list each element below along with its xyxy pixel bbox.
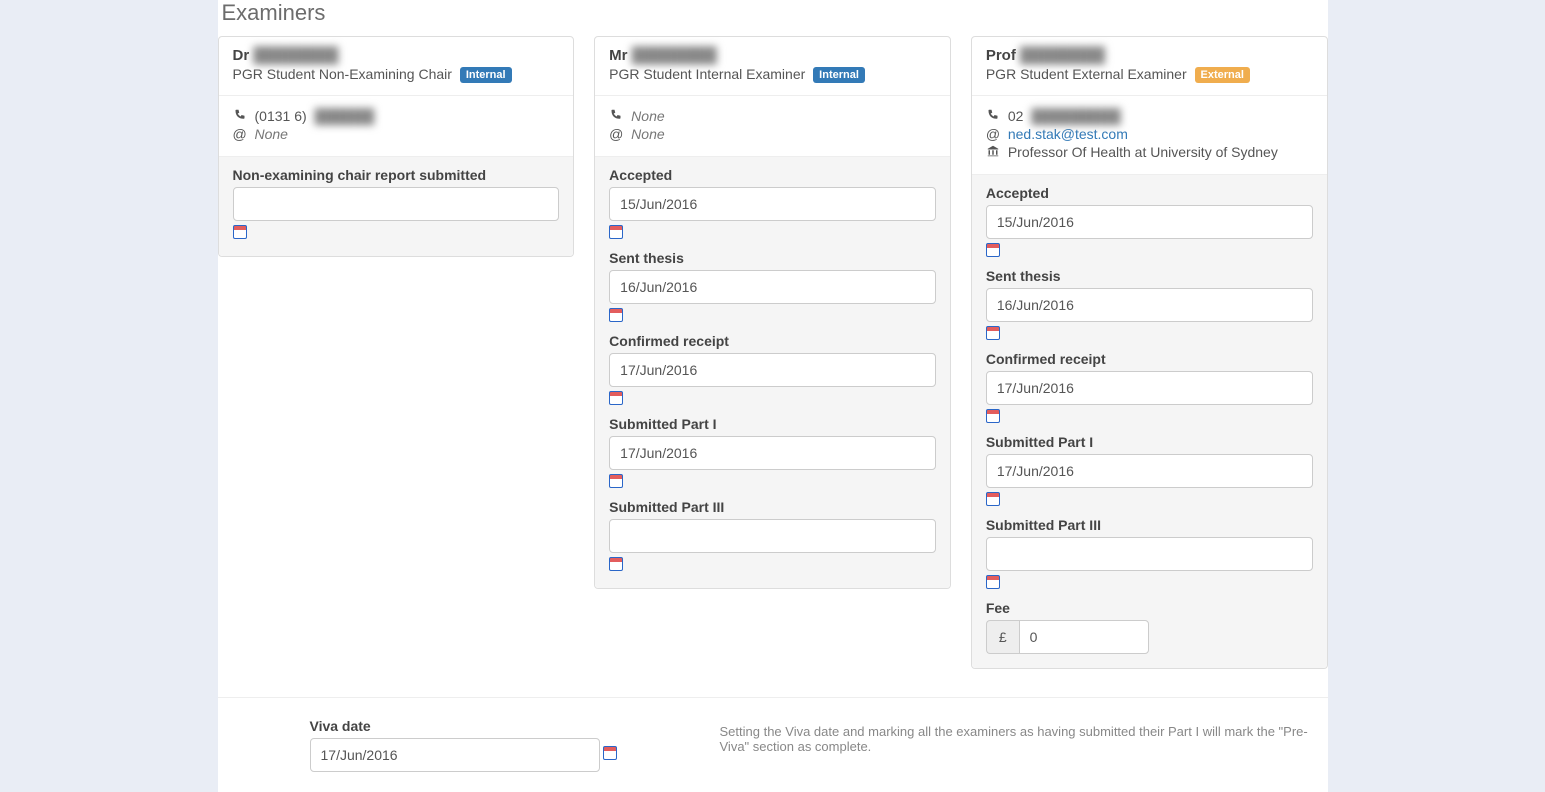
badge-external: External bbox=[1195, 67, 1250, 83]
date-input[interactable] bbox=[986, 537, 1313, 571]
field-label: Submitted Part III bbox=[986, 517, 1313, 533]
examiner-title-prefix: Dr bbox=[233, 47, 250, 64]
field-label: Confirmed receipt bbox=[986, 351, 1313, 367]
calendar-icon[interactable] bbox=[609, 474, 623, 488]
viva-row: Viva date Setting the Viva date and mark… bbox=[218, 718, 1328, 772]
field-label: Confirmed receipt bbox=[609, 333, 936, 349]
examiner-header: Dr ████████ PGR Student Non-Examining Ch… bbox=[219, 37, 574, 96]
calendar-icon[interactable] bbox=[986, 243, 1000, 257]
field-label: Accepted bbox=[986, 185, 1313, 201]
phone-icon bbox=[609, 108, 623, 124]
email-none: None bbox=[631, 126, 664, 142]
date-input[interactable] bbox=[609, 270, 936, 304]
examiner-card: Mr ████████ PGR Student Internal Examine… bbox=[594, 36, 951, 589]
field-label: Sent thesis bbox=[986, 268, 1313, 284]
date-input[interactable] bbox=[233, 187, 560, 221]
date-input[interactable] bbox=[609, 436, 936, 470]
section-title: Examiners bbox=[222, 0, 1328, 26]
field-label: Submitted Part I bbox=[609, 416, 936, 432]
examiner-name-redacted: ████████ bbox=[1020, 47, 1105, 64]
phone-none: None bbox=[631, 108, 664, 124]
field-label: Submitted Part III bbox=[609, 499, 936, 515]
email-none: None bbox=[255, 126, 288, 142]
phone-icon bbox=[233, 108, 247, 124]
examiner-contact: (0131 6) ██████ @ None bbox=[219, 96, 574, 157]
examiner-contact: None @ None bbox=[595, 96, 950, 157]
examiners-row: Dr ████████ PGR Student Non-Examining Ch… bbox=[218, 36, 1328, 669]
email-link[interactable]: ned.stak@test.com bbox=[1008, 126, 1128, 142]
calendar-icon[interactable] bbox=[986, 409, 1000, 423]
examiner-card: Dr ████████ PGR Student Non-Examining Ch… bbox=[218, 36, 575, 257]
calendar-icon[interactable] bbox=[986, 575, 1000, 589]
affiliation-text: Professor Of Health at University of Syd… bbox=[1008, 144, 1278, 160]
field-label: Submitted Part I bbox=[986, 434, 1313, 450]
examiner-role: PGR Student External Examiner bbox=[986, 66, 1187, 82]
examiner-card: Prof ████████ PGR Student External Exami… bbox=[971, 36, 1328, 669]
date-input[interactable] bbox=[609, 187, 936, 221]
calendar-icon[interactable] bbox=[603, 746, 617, 760]
calendar-icon[interactable] bbox=[609, 225, 623, 239]
examiner-body: Non-examining chair report submitted bbox=[219, 157, 574, 256]
viva-help-text: Setting the Viva date and marking all th… bbox=[720, 718, 1324, 754]
divider bbox=[218, 697, 1328, 698]
field-label: Accepted bbox=[609, 167, 936, 183]
examiner-header: Prof ████████ PGR Student External Exami… bbox=[972, 37, 1327, 96]
badge-internal: Internal bbox=[813, 67, 865, 83]
calendar-icon[interactable] bbox=[609, 557, 623, 571]
date-input[interactable] bbox=[986, 205, 1313, 239]
institution-icon bbox=[986, 144, 1000, 160]
examiner-title-prefix: Mr bbox=[609, 47, 627, 64]
phone-redacted: ██████ bbox=[315, 108, 375, 124]
at-icon: @ bbox=[609, 126, 623, 142]
viva-date-label: Viva date bbox=[310, 718, 690, 734]
examiner-name-redacted: ████████ bbox=[632, 47, 717, 64]
examiner-title-prefix: Prof bbox=[986, 47, 1016, 64]
phone-icon bbox=[986, 108, 1000, 124]
examiner-role: PGR Student Non-Examining Chair bbox=[233, 66, 452, 82]
date-input[interactable] bbox=[986, 454, 1313, 488]
currency-addon: £ bbox=[986, 620, 1019, 654]
calendar-icon[interactable] bbox=[609, 391, 623, 405]
at-icon: @ bbox=[233, 126, 247, 142]
examiner-body: Accepted Sent thesis Confirmed receipt bbox=[595, 157, 950, 588]
badge-internal: Internal bbox=[460, 67, 512, 83]
fee-input[interactable] bbox=[1019, 620, 1149, 654]
calendar-icon[interactable] bbox=[986, 492, 1000, 506]
examiner-role: PGR Student Internal Examiner bbox=[609, 66, 805, 82]
calendar-icon[interactable] bbox=[233, 225, 247, 239]
phone-redacted: █████████ bbox=[1031, 108, 1120, 124]
field-label: Sent thesis bbox=[609, 250, 936, 266]
date-input[interactable] bbox=[609, 353, 936, 387]
examiner-contact: 02 █████████ @ ned.stak@test.com Professo… bbox=[972, 96, 1327, 175]
calendar-icon[interactable] bbox=[986, 326, 1000, 340]
date-input[interactable] bbox=[986, 288, 1313, 322]
field-label: Non-examining chair report submitted bbox=[233, 167, 560, 183]
date-input[interactable] bbox=[986, 371, 1313, 405]
at-icon: @ bbox=[986, 126, 1000, 142]
field-label: Fee bbox=[986, 600, 1313, 616]
phone-prefix: (0131 6) bbox=[255, 108, 307, 124]
date-input[interactable] bbox=[609, 519, 936, 553]
examiner-body: Accepted Sent thesis Confirmed receipt bbox=[972, 175, 1327, 668]
calendar-icon[interactable] bbox=[609, 308, 623, 322]
phone-prefix: 02 bbox=[1008, 108, 1024, 124]
examiner-name-redacted: ████████ bbox=[253, 47, 338, 64]
viva-date-input[interactable] bbox=[310, 738, 600, 772]
examiner-header: Mr ████████ PGR Student Internal Examine… bbox=[595, 37, 950, 96]
